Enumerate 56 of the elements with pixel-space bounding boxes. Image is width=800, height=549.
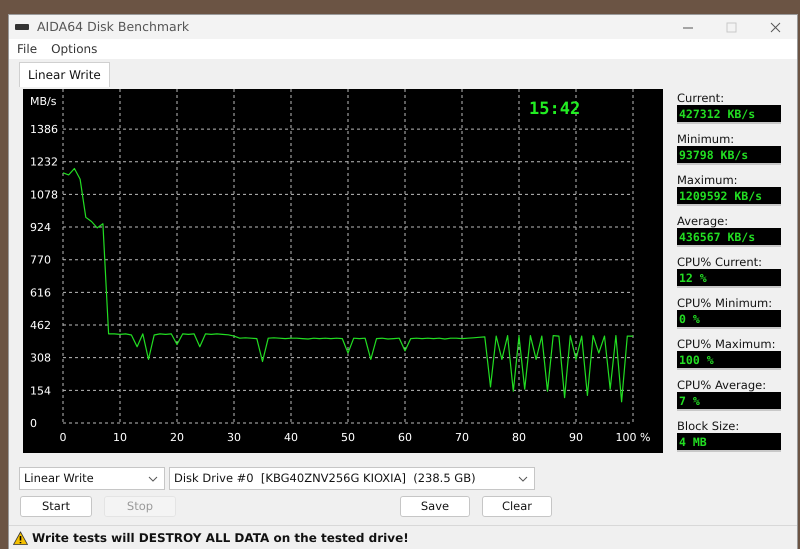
stat-value: 1209592 KB/s xyxy=(677,187,781,206)
y-tick-label: 1078 xyxy=(30,188,58,202)
button[interactable]: Save xyxy=(400,496,470,517)
x-tick-label: 70 xyxy=(455,431,469,444)
y-tick-label: 770 xyxy=(30,254,51,267)
warning-icon xyxy=(13,530,28,544)
x-tick-label: 10 xyxy=(113,431,127,444)
drive-icon xyxy=(15,23,29,31)
stat-value: 93798 KB/s xyxy=(677,146,781,165)
x-tick-label: 80 xyxy=(512,431,526,444)
drive-dropdown[interactable]: Disk Drive #0 [KBG40ZNV256G KIOXIA] (238.5 GB) xyxy=(169,467,535,490)
y-tick-label: 462 xyxy=(30,319,51,332)
stat-value: 427312 KB/s xyxy=(677,105,781,124)
stat-value: 12 % xyxy=(677,269,781,288)
button[interactable]: Start xyxy=(20,496,92,517)
y-tick-label: 1232 xyxy=(30,156,58,169)
menu-item[interactable]: File xyxy=(17,40,38,58)
test-dropdown[interactable]: Linear Write xyxy=(19,467,165,490)
y-tick-label: 308 xyxy=(30,352,51,365)
x-tick-label: 50 xyxy=(341,431,355,444)
y-tick-label: 924 xyxy=(30,221,51,234)
stat-label: CPU% Minimum: xyxy=(677,296,774,310)
x-tick-label: 0 xyxy=(60,431,66,444)
stat-value: 436567 KB/s xyxy=(677,228,781,247)
x-tick-label: 60 xyxy=(398,431,412,444)
close-icon[interactable] xyxy=(768,22,782,32)
window-title: AIDA64 Disk Benchmark xyxy=(37,18,190,36)
stat-label: CPU% Average: xyxy=(677,378,768,392)
x-tick-label: 100 % xyxy=(616,431,650,444)
caret-icon xyxy=(148,476,158,482)
stat-value: 100 % xyxy=(677,351,781,370)
tab[interactable]: Linear Write xyxy=(19,62,110,87)
stat-label: CPU% Current: xyxy=(677,255,764,269)
stat-value: 4 MB xyxy=(677,433,781,452)
x-tick-label: 30 xyxy=(227,431,241,444)
y-tick-label: 0 xyxy=(30,417,37,430)
stat-label: Minimum: xyxy=(677,132,736,146)
x-tick-label: 90 xyxy=(569,431,583,444)
stat-label: CPU% Maximum: xyxy=(677,337,777,351)
caret-icon xyxy=(518,476,528,482)
stat-value: 0 % xyxy=(677,310,781,329)
status-message: Write tests will DESTROY ALL DATA on the tested drive! xyxy=(32,530,409,546)
stat-label: Maximum: xyxy=(677,173,739,187)
stat-label: Current: xyxy=(677,91,726,105)
x-tick-label: 20 xyxy=(170,431,184,444)
x-tick-label: 40 xyxy=(284,431,298,444)
stat-value: 7 % xyxy=(677,392,781,411)
y-tick-label: 154 xyxy=(30,384,51,398)
menu-item[interactable]: Options xyxy=(51,40,98,58)
stat-label: Average: xyxy=(677,214,730,228)
stat-label: Block Size: xyxy=(677,419,740,433)
y-tick-label: 616 xyxy=(30,286,51,300)
button[interactable]: Clear xyxy=(482,496,552,517)
y-axis-label: MB/s xyxy=(30,95,56,108)
y-tick-label: 1386 xyxy=(30,123,58,136)
elapsed-time: 15:42 xyxy=(529,98,580,121)
